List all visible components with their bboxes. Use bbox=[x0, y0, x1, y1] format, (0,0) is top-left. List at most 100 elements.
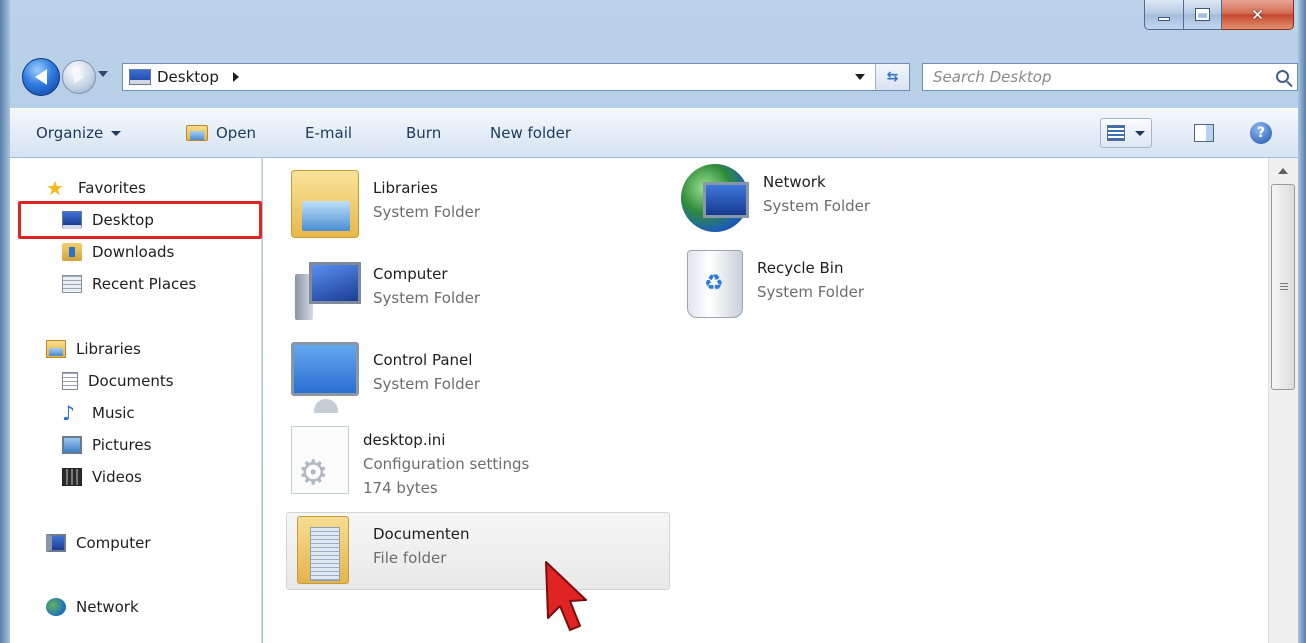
file-item-desktop-ini[interactable]: desktop.ini Configuration settings 174 b… bbox=[291, 426, 529, 500]
window-border-right bbox=[1298, 0, 1306, 643]
computer-icon bbox=[46, 534, 66, 552]
change-view-button[interactable] bbox=[1100, 118, 1152, 148]
sidebar-item-label: Music bbox=[92, 404, 135, 422]
settings-file-icon bbox=[291, 426, 349, 494]
refresh-icon: ⇆ bbox=[886, 69, 899, 85]
file-type: System Folder bbox=[373, 203, 481, 221]
refresh-button[interactable]: ⇆ bbox=[875, 64, 909, 90]
file-name: Recycle Bin bbox=[757, 259, 844, 277]
sidebar-item-downloads[interactable]: Downloads bbox=[62, 240, 174, 264]
sidebar-item-label: Videos bbox=[92, 468, 142, 486]
sidebar-item-favorites[interactable]: ★ Favorites bbox=[46, 176, 146, 200]
new-folder-button[interactable]: New folder bbox=[490, 124, 571, 142]
minimize-button[interactable] bbox=[1144, 0, 1184, 30]
pictures-icon bbox=[62, 436, 82, 454]
scroll-up-arrow-icon[interactable] bbox=[1278, 168, 1288, 174]
open-button[interactable]: Open bbox=[186, 124, 256, 142]
file-type: Configuration settings bbox=[363, 455, 530, 473]
grip-icon bbox=[1280, 283, 1288, 291]
sidebar-item-music[interactable]: ♪ Music bbox=[62, 401, 135, 425]
file-name: Libraries bbox=[373, 179, 438, 197]
file-list: Libraries System Folder Network System F… bbox=[263, 158, 1268, 643]
file-item-control-panel[interactable]: Control Panel System Folder bbox=[291, 342, 481, 413]
preview-pane-icon[interactable] bbox=[1194, 124, 1214, 142]
forward-arrow-icon bbox=[74, 70, 84, 84]
close-icon: ✕ bbox=[1251, 5, 1264, 24]
libraries-icon bbox=[46, 340, 66, 358]
file-name: Control Panel bbox=[373, 351, 473, 369]
sidebar-item-videos[interactable]: Videos bbox=[62, 465, 142, 489]
sidebar-item-label: Downloads bbox=[92, 243, 175, 261]
back-arrow-icon bbox=[35, 69, 47, 85]
organize-button[interactable]: Organize bbox=[36, 124, 122, 142]
burn-button[interactable]: Burn bbox=[406, 124, 441, 142]
file-item-recycle-bin[interactable]: Recycle Bin System Folder bbox=[681, 250, 864, 318]
cursor-arrow-icon bbox=[545, 561, 587, 631]
search-placeholder: Search Desktop bbox=[933, 68, 1052, 86]
forward-button[interactable] bbox=[62, 60, 96, 94]
recent-pages-dropdown[interactable] bbox=[98, 71, 108, 77]
maximize-icon bbox=[1195, 8, 1210, 21]
file-type: File folder bbox=[373, 549, 447, 567]
sidebar-item-label: Libraries bbox=[76, 340, 141, 358]
sidebar-item-documents[interactable]: Documents bbox=[62, 369, 174, 393]
sidebar-item-label: Recent Places bbox=[92, 275, 197, 293]
sidebar-item-recent-places[interactable]: Recent Places bbox=[62, 272, 196, 296]
music-note-icon: ♪ bbox=[62, 401, 75, 425]
email-label: E-mail bbox=[305, 124, 353, 142]
sidebar-item-pictures[interactable]: Pictures bbox=[62, 433, 151, 457]
sidebar-item-label: Pictures bbox=[92, 436, 152, 454]
computer-icon bbox=[291, 256, 361, 324]
address-dropdown-icon[interactable] bbox=[855, 74, 865, 80]
breadcrumb-desktop[interactable]: Desktop bbox=[157, 68, 219, 86]
star-icon: ★ bbox=[46, 176, 64, 200]
sidebar-item-libraries[interactable]: Libraries bbox=[46, 337, 141, 361]
caption-buttons: ✕ bbox=[1144, 0, 1294, 40]
file-type: System Folder bbox=[757, 283, 865, 301]
minimize-icon bbox=[1158, 16, 1170, 21]
vertical-scrollbar[interactable] bbox=[1268, 158, 1298, 643]
sidebar-item-label: Documents bbox=[88, 372, 174, 390]
file-name: Network bbox=[763, 173, 826, 191]
network-icon bbox=[46, 598, 66, 616]
file-name: Computer bbox=[373, 265, 448, 283]
window-border-left bbox=[0, 0, 10, 643]
back-button[interactable] bbox=[22, 58, 60, 96]
file-name: desktop.ini bbox=[363, 431, 446, 449]
open-label: Open bbox=[216, 124, 257, 142]
recycle-bin-icon bbox=[687, 250, 743, 318]
burn-label: Burn bbox=[406, 124, 442, 142]
scrollbar-thumb[interactable] bbox=[1271, 184, 1295, 390]
file-item-computer[interactable]: Computer System Folder bbox=[291, 256, 480, 324]
control-panel-icon bbox=[291, 342, 359, 413]
navigation-row: Desktop ⇆ Search Desktop bbox=[10, 56, 1298, 98]
chevron-down-icon bbox=[111, 130, 122, 136]
breadcrumb-chevron-icon[interactable] bbox=[232, 72, 239, 82]
sidebar-item-computer[interactable]: Computer bbox=[46, 531, 151, 555]
help-icon[interactable]: ? bbox=[1250, 122, 1272, 144]
open-folder-icon bbox=[186, 125, 208, 141]
file-item-network[interactable]: Network System Folder bbox=[681, 164, 870, 232]
sidebar-item-label: Computer bbox=[76, 534, 151, 552]
sidebar-item-network[interactable]: Network bbox=[46, 595, 139, 619]
sidebar-item-label: Network bbox=[76, 598, 139, 616]
search-input[interactable]: Search Desktop bbox=[922, 63, 1298, 91]
command-bar: Organize Open E-mail Burn New folder ? bbox=[10, 108, 1298, 158]
file-type: System Folder bbox=[763, 197, 871, 215]
maximize-button[interactable] bbox=[1184, 0, 1222, 30]
organize-label: Organize bbox=[36, 124, 104, 142]
file-name: Documenten bbox=[373, 525, 470, 543]
recent-places-icon bbox=[62, 275, 82, 293]
folder-icon bbox=[297, 516, 349, 584]
file-type: System Folder bbox=[373, 375, 481, 393]
file-size: 174 bytes bbox=[363, 479, 438, 497]
email-button[interactable]: E-mail bbox=[305, 124, 352, 142]
chevron-down-icon[interactable] bbox=[1135, 130, 1145, 136]
address-bar[interactable]: Desktop ⇆ bbox=[122, 63, 910, 91]
search-icon[interactable] bbox=[1276, 70, 1289, 83]
file-item-documenten[interactable]: Documenten File folder bbox=[286, 512, 670, 590]
libraries-icon bbox=[291, 170, 359, 238]
network-globe-icon bbox=[681, 164, 749, 232]
file-item-libraries[interactable]: Libraries System Folder bbox=[291, 170, 480, 238]
close-button[interactable]: ✕ bbox=[1222, 0, 1294, 30]
